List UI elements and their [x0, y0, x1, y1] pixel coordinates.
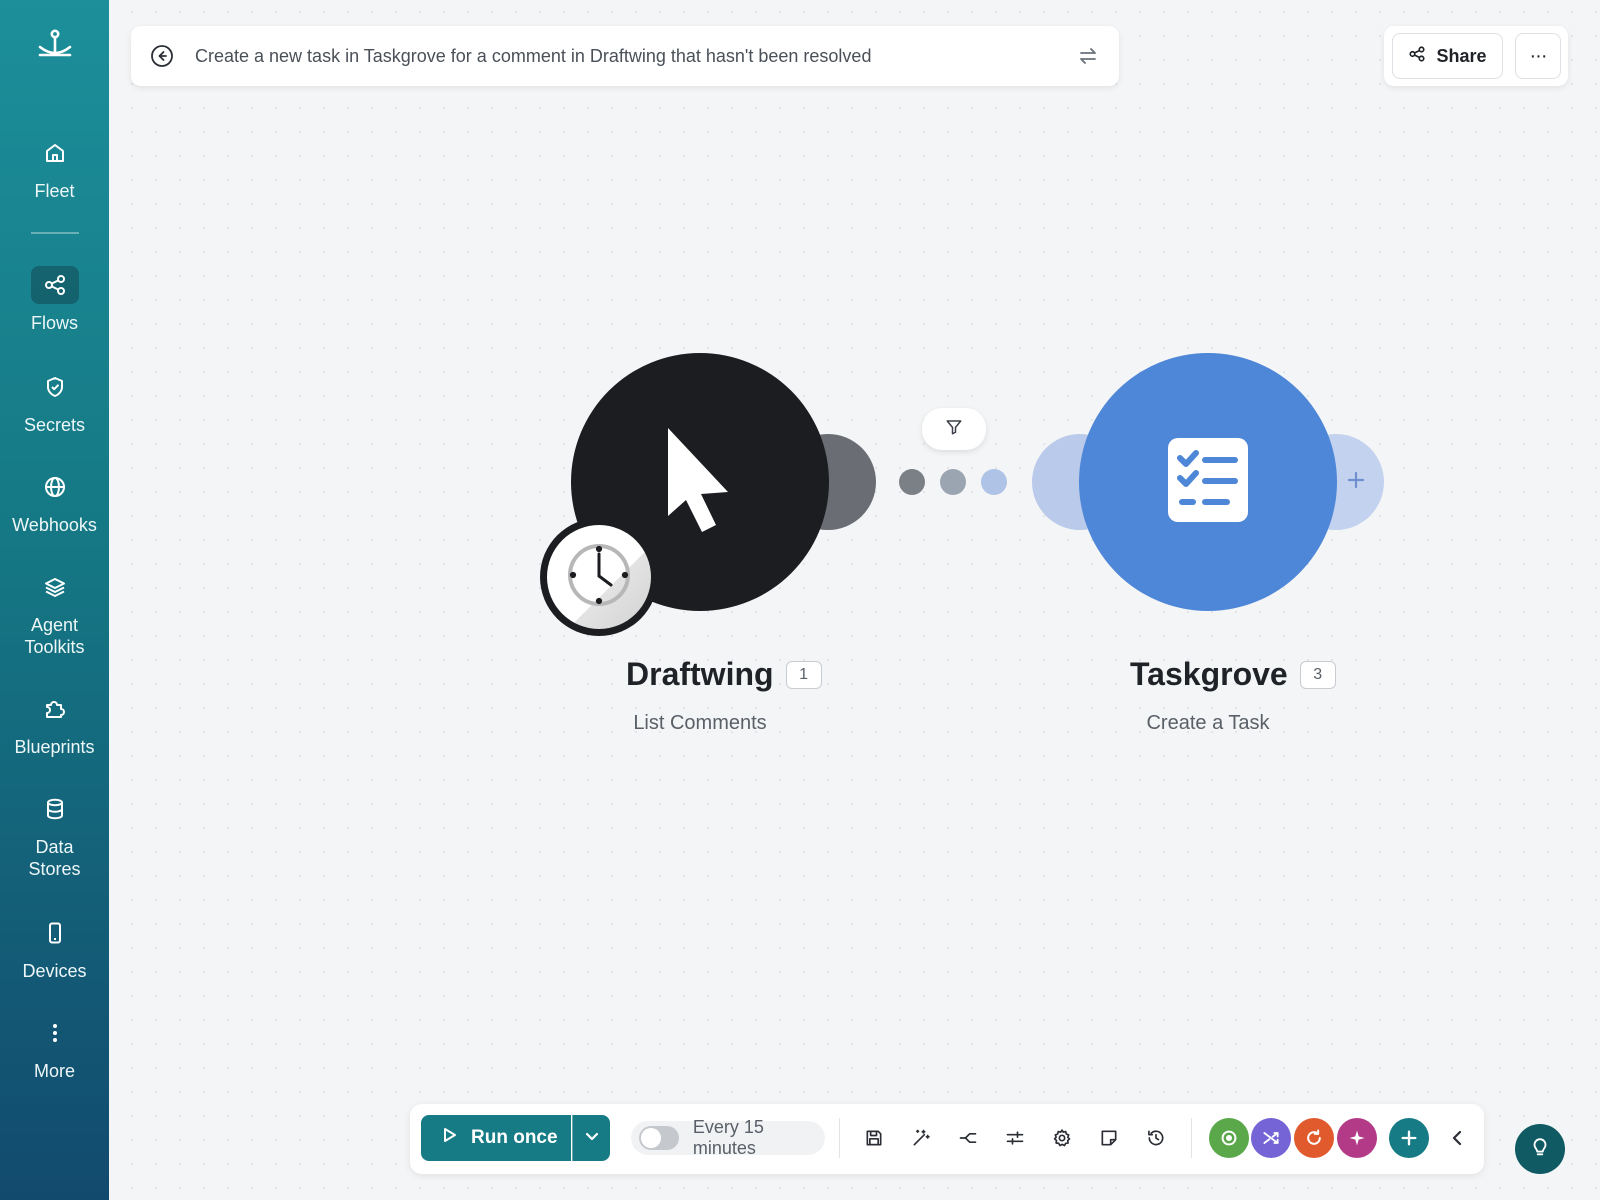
module-name: Draftwing [626, 656, 774, 692]
sidebar-item-fleet[interactable]: Fleet [0, 134, 109, 202]
note-icon[interactable] [1093, 1122, 1125, 1154]
sidebar-item-label: More [33, 1061, 75, 1081]
tools-target-icon[interactable] [1209, 1118, 1249, 1158]
share-icon [1408, 45, 1426, 68]
add-module-plus-button[interactable] [1389, 1118, 1429, 1158]
home-icon [31, 134, 79, 172]
toolbar-divider [839, 1118, 840, 1158]
horizontal-dots-icon: ··· [1529, 44, 1548, 67]
sidebar-item-label: Secrets [23, 415, 86, 435]
sidebar-item-label: Agent Toolkits [24, 615, 85, 657]
gear-icon[interactable] [1046, 1122, 1078, 1154]
sidebar-item-label: Devices [22, 961, 87, 981]
schedule-toggle[interactable]: Every 15 minutes [631, 1117, 825, 1158]
flow-prompt-text[interactable]: Create a new task in Taskgrove for a com… [195, 46, 1075, 67]
sidebar-item-label: Fleet [34, 181, 75, 201]
connection-dot [981, 469, 1007, 495]
chevron-down-icon [585, 1129, 599, 1147]
share-nodes-icon [30, 266, 79, 304]
puzzle-icon [31, 690, 79, 728]
route-branch-icon[interactable] [952, 1122, 984, 1154]
globe-icon [31, 468, 79, 506]
sidebar-item-blueprints[interactable]: Blueprints [0, 690, 109, 758]
magic-wand-icon[interactable] [905, 1122, 937, 1154]
flow-control-shuffle-icon[interactable] [1251, 1118, 1291, 1158]
taskgrove-module-action: Create a Task [1146, 712, 1270, 734]
flow-prompt-bar: Create a new task in Taskgrove for a com… [131, 26, 1119, 86]
module-name: Taskgrove [1130, 656, 1288, 692]
play-icon [443, 1127, 457, 1149]
schedule-trigger-badge[interactable] [540, 518, 658, 636]
lightbulb-icon [1529, 1136, 1551, 1163]
more-options-button[interactable]: ··· [1515, 33, 1561, 79]
sidebar-item-label: Webhooks [12, 515, 97, 535]
sidebar-item-label: Blueprints [14, 737, 95, 757]
module-number-badge: 3 [1299, 660, 1336, 689]
save-icon[interactable] [858, 1122, 890, 1154]
sidebar-item-more[interactable]: More [0, 1014, 109, 1082]
sidebar-item-secrets[interactable]: Secrets [0, 368, 109, 436]
chevron-left-icon[interactable] [1441, 1122, 1473, 1154]
module-number-badge: 1 [785, 660, 822, 689]
sidebar-item-agent-toolkits[interactable]: Agent Toolkits [0, 568, 109, 658]
draftwing-module-title: Draftwing 1 [626, 656, 822, 693]
sidebar-item-devices[interactable]: Devices [0, 914, 109, 982]
cursor-arrow-icon [650, 420, 750, 545]
run-once-button[interactable]: Run once [421, 1115, 571, 1161]
sidebar-item-webhooks[interactable]: Webhooks [0, 468, 109, 536]
sliders-icon[interactable] [999, 1122, 1031, 1154]
schedule-switch[interactable] [639, 1126, 679, 1150]
lightbulb-help-button[interactable] [1515, 1124, 1565, 1174]
sidebar-divider [31, 232, 79, 234]
sidebar-item-label: Data Stores [28, 837, 81, 879]
swap-arrows-icon[interactable] [1075, 43, 1101, 69]
run-options-dropdown[interactable] [572, 1115, 610, 1161]
layers-icon [31, 568, 79, 606]
schedule-label: Every 15 minutes [692, 1117, 764, 1158]
sidebar: Fleet Flows Secrets Webhooks Agent Toolk… [0, 0, 109, 1200]
phone-icon [31, 914, 79, 952]
sidebar-item-flows[interactable]: Flows [0, 266, 109, 334]
sidebar-item-label: Flows [30, 313, 78, 333]
toolbar-divider [1191, 1118, 1192, 1158]
database-icon [31, 790, 79, 828]
checklist-icon [1167, 437, 1249, 528]
anchor-logo-icon[interactable] [0, 26, 109, 62]
route-filter-button[interactable] [922, 408, 986, 450]
run-once-label: Run once [471, 1127, 558, 1148]
back-arrow-icon[interactable] [149, 43, 175, 69]
draftwing-module-action: List Comments [633, 712, 767, 734]
taskgrove-module[interactable] [1079, 353, 1337, 611]
plus-icon [1346, 470, 1366, 495]
ai-sparkle-icon[interactable] [1337, 1118, 1377, 1158]
history-icon[interactable] [1140, 1122, 1172, 1154]
refresh-transform-icon[interactable] [1294, 1118, 1334, 1158]
share-label: Share [1436, 45, 1487, 66]
vertical-dots-icon [31, 1014, 79, 1052]
connection-dot [940, 469, 966, 495]
sidebar-item-data-stores[interactable]: Data Stores [0, 790, 109, 880]
filter-funnel-icon [945, 418, 963, 441]
share-button[interactable]: Share [1392, 33, 1503, 79]
taskgrove-module-title: Taskgrove 3 [1130, 656, 1336, 693]
connection-dot [899, 469, 925, 495]
clock-icon [564, 540, 634, 615]
shield-icon [31, 368, 79, 406]
